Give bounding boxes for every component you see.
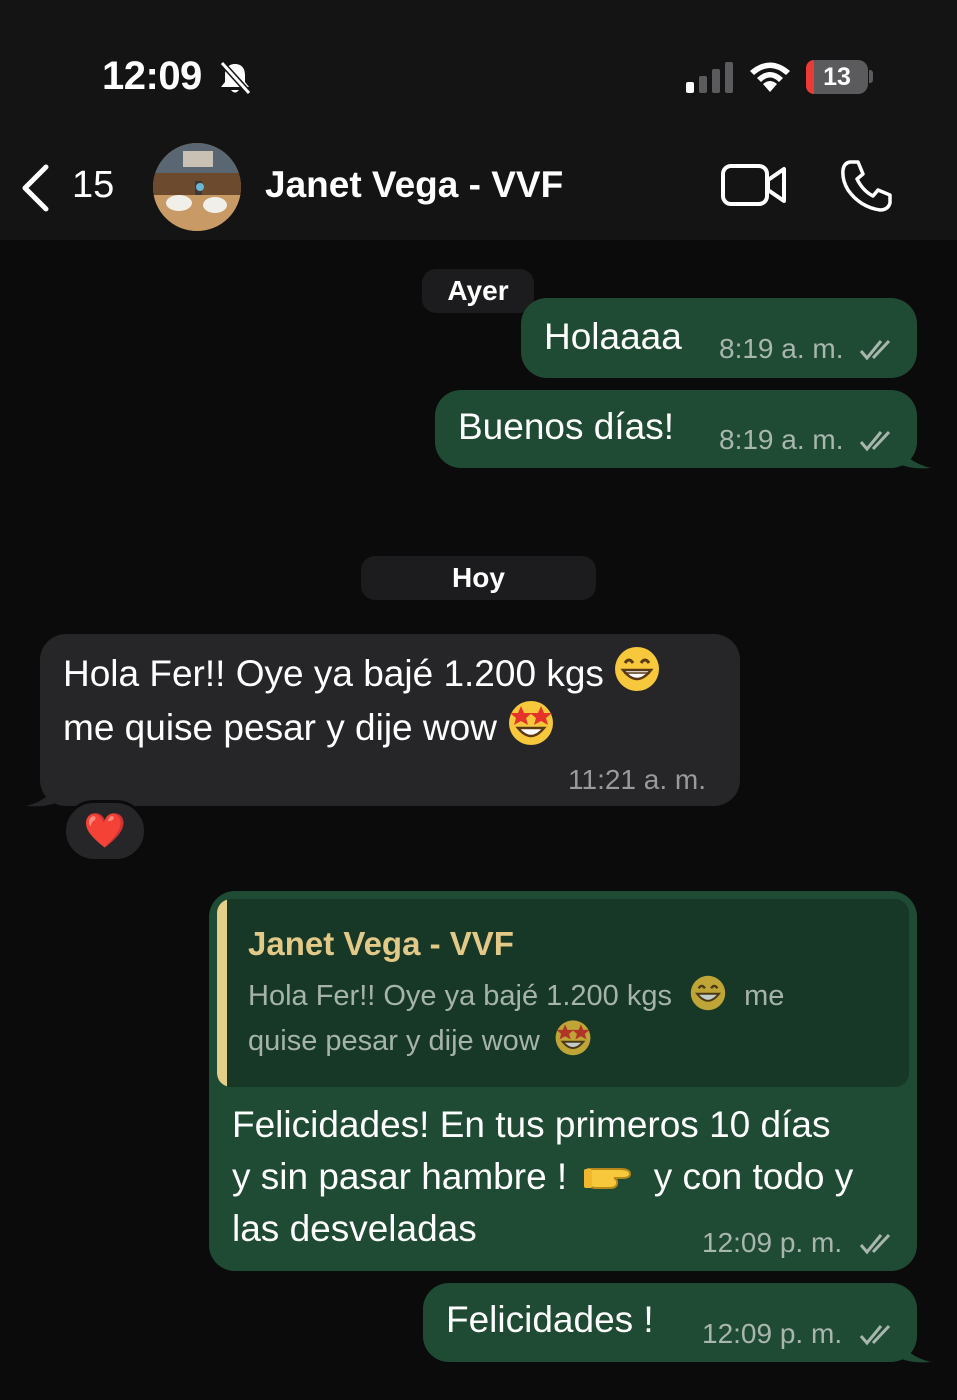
grinning-emoji-icon [615,647,660,691]
contact-name[interactable]: Janet Vega - VVF [265,164,563,206]
message-text: las desveladas [232,1208,477,1249]
back-chevron-icon[interactable] [18,163,52,213]
battery-nub [869,70,873,83]
message-text: Buenos días! [458,406,674,447]
message-bubble-outgoing[interactable]: Holaaaa 8:19 a. m. [521,298,917,378]
contact-avatar[interactable] [153,143,241,231]
pointing-right-emoji-icon [583,1168,631,1189]
read-receipt-icon [859,430,891,452]
message-text: Felicidades ! [446,1299,654,1340]
message-time: 12:09 p. m. [702,1318,843,1349]
message-text: Felicidades! En tus primeros 10 días [232,1104,831,1145]
message-reaction[interactable]: ❤️ [63,800,147,862]
message-text: me quise pesar y dije wow [63,698,555,754]
status-time: 12:09 [102,54,202,98]
message-bubble-incoming[interactable]: Hola Fer!! Oye ya bajé 1.200 kgs me quis… [40,634,740,806]
read-receipt-icon [859,1324,891,1346]
message-text: Hola Fer!! Oye ya bajé 1.200 kgs [63,646,660,700]
bubble-tail [895,440,931,469]
date-separator-today: Hoy [361,556,596,600]
chat-header: 15 Janet Vega - VVF [0,140,957,240]
message-text: y sin pasar hambre ! y con todo y [232,1156,854,1197]
video-camera-icon[interactable] [720,160,788,210]
reply-text: quise pesar y dije wow [248,1018,592,1063]
grinning-emoji-icon [690,975,726,1011]
avatar-photo [153,143,241,231]
battery-percent: 13 [823,63,851,91]
chat-screen: 12:09 13 15 Janet Vega - VVF Ayer Holaaa… [0,0,957,1400]
reply-quote-bar [217,899,227,1087]
wifi-icon [750,62,790,92]
date-separator-yesterday: Ayer [422,269,534,313]
battery-icon: 13 [806,60,868,94]
message-time: 8:19 a. m. [719,333,844,364]
status-bar: 12:09 13 [0,0,957,140]
cellular-signal-icon [686,62,733,93]
heart-reaction-icon: ❤️ [83,812,127,850]
back-unread-count[interactable]: 15 [72,164,114,207]
star-struck-emoji-icon [555,1020,591,1056]
read-receipt-icon [859,339,891,361]
bubble-tail [895,1334,931,1363]
reply-quote[interactable]: Janet Vega - VVF Hola Fer!! Oye ya bajé … [217,899,909,1087]
message-bubble-outgoing[interactable]: Buenos días! 8:19 a. m. [435,390,917,468]
read-receipt-icon [859,1233,891,1255]
message-time: 11:21 a. m. [568,764,707,795]
phone-icon[interactable] [838,158,894,214]
star-struck-emoji-icon [509,701,554,745]
message-time: 12:09 p. m. [702,1227,843,1258]
bubble-tail [26,776,62,807]
reply-text: Hola Fer!! Oye ya bajé 1.200 kgs me [248,975,784,1018]
message-time: 8:19 a. m. [719,424,844,455]
message-text: Holaaaa [544,316,682,357]
reply-author: Janet Vega - VVF [248,925,514,962]
bell-slash-icon [219,60,252,96]
message-bubble-outgoing[interactable]: Felicidades ! 12:09 p. m. [423,1283,917,1362]
